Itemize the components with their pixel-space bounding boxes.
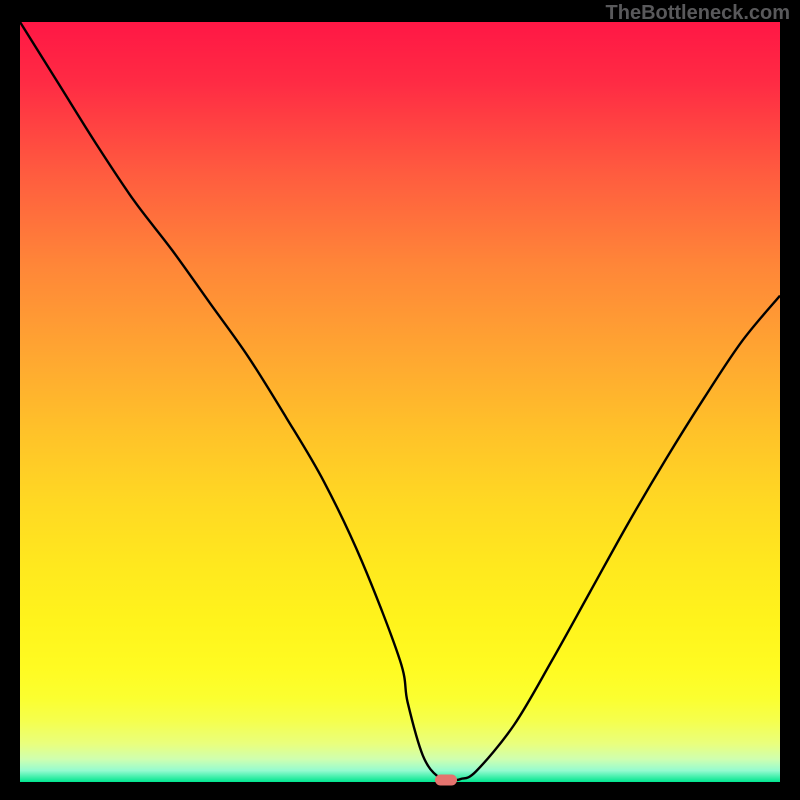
- optimum-marker: [435, 775, 457, 786]
- bottleneck-curve: [20, 22, 780, 782]
- chart-frame: TheBottleneck.com: [0, 0, 800, 800]
- curve-path: [20, 22, 780, 780]
- plot-area: [20, 22, 780, 782]
